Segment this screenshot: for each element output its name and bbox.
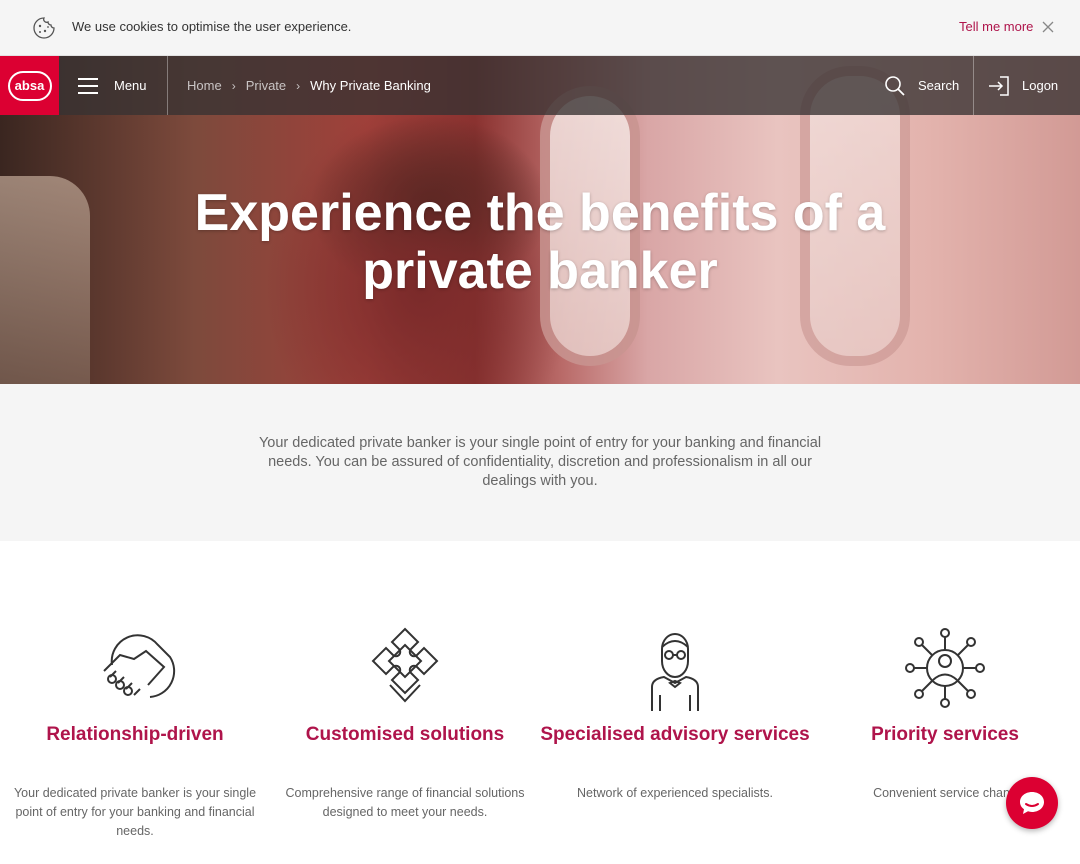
feature-title: Specialised advisory services — [540, 724, 810, 745]
feature-title: Customised solutions — [305, 724, 505, 745]
network-icon — [905, 628, 985, 708]
search-label: Search — [918, 78, 960, 93]
chevron-right-icon: › — [296, 78, 301, 93]
intro-section: Your dedicated private banker is your si… — [0, 384, 1080, 541]
absa-logo[interactable]: absa — [0, 56, 59, 115]
handshake-icon — [103, 634, 176, 698]
logon-icon — [989, 75, 1009, 96]
feature-description: Comprehensive range of financial solutio… — [285, 786, 525, 819]
advisor-icon — [651, 633, 699, 711]
chat-button[interactable] — [1006, 777, 1058, 829]
feature-description: Your dedicated private banker is your si… — [13, 786, 257, 838]
logo-text: absa — [7, 70, 52, 101]
breadcrumb-private[interactable]: Private — [246, 78, 286, 93]
nav-divider — [973, 56, 974, 115]
breadcrumb-home[interactable]: Home — [187, 78, 222, 93]
top-navigation: absa Menu Home › Private › Why Private B… — [0, 56, 1080, 115]
puzzle-icon — [371, 627, 439, 703]
features-section: Relationship-driven Your dedicated priva… — [0, 541, 1080, 864]
breadcrumb: Home › Private › Why Private Banking — [187, 78, 431, 93]
menu-label: Menu — [114, 78, 147, 93]
intro-text: Your dedicated private banker is your si… — [258, 435, 822, 489]
cookie-icon — [33, 17, 55, 39]
feature-title: Relationship-driven — [46, 724, 224, 745]
breadcrumb-current: Why Private Banking — [310, 78, 431, 93]
close-icon[interactable] — [1040, 19, 1056, 35]
cookie-message: We use cookies to optimise the user expe… — [72, 19, 352, 34]
feature-title: Priority services — [871, 724, 1019, 745]
hero-title: Experience the benefits of a private ban… — [194, 184, 886, 300]
search-icon — [885, 75, 905, 96]
hero-image-seat — [0, 176, 90, 384]
logon-label: Logon — [1022, 78, 1059, 93]
hamburger-icon — [78, 77, 98, 94]
tell-me-more-link[interactable]: Tell me more — [959, 19, 1033, 34]
feature-description: Network of experienced specialists. — [577, 786, 773, 800]
chat-icon — [1020, 792, 1044, 814]
nav-divider — [167, 56, 168, 115]
logon-button[interactable]: Logon — [988, 56, 1058, 115]
chevron-right-icon: › — [231, 78, 236, 93]
cookie-bar: We use cookies to optimise the user expe… — [0, 0, 1080, 56]
search-button[interactable]: Search — [884, 56, 959, 115]
menu-button[interactable]: Menu — [78, 56, 147, 115]
